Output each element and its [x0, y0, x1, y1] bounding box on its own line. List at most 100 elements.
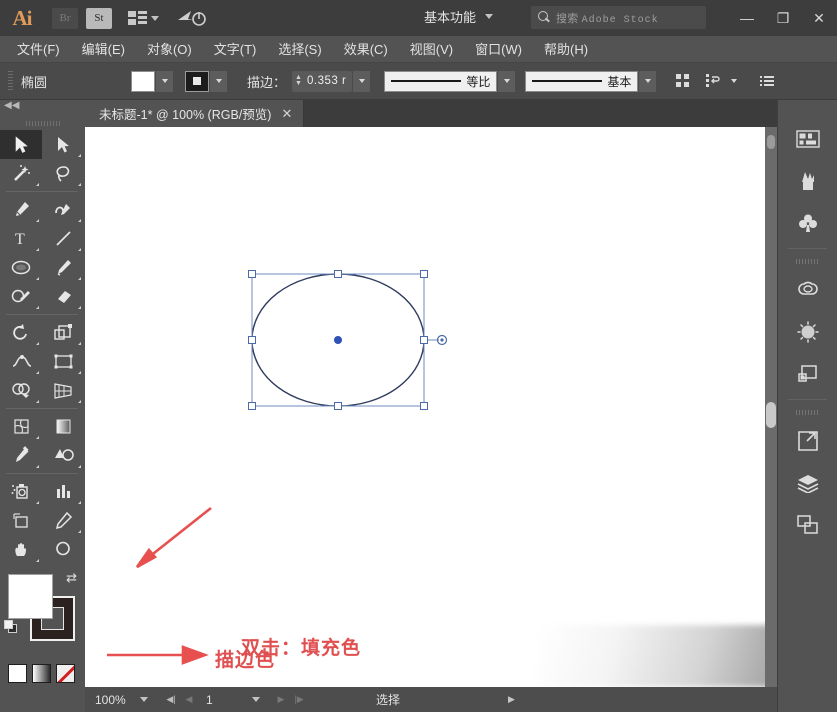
- eraser-tool[interactable]: [42, 282, 84, 311]
- stroke-color-annotation: 描边色: [215, 645, 275, 672]
- paintbrush-tool[interactable]: [42, 253, 84, 282]
- perspective-grid-tool[interactable]: [42, 376, 84, 405]
- menu-help[interactable]: 帮助(H): [533, 36, 599, 63]
- stroke-swatch-dropdown[interactable]: [210, 71, 227, 92]
- artboards-panel-button[interactable]: [778, 504, 837, 546]
- fill-swatch[interactable]: [8, 574, 53, 619]
- none-mode-button[interactable]: [56, 664, 75, 683]
- fill-color-swatch[interactable]: [131, 71, 155, 92]
- creative-cloud-libraries-button[interactable]: [778, 269, 837, 311]
- direct-selection-tool[interactable]: [42, 130, 84, 159]
- variable-width-dropdown[interactable]: [498, 71, 515, 92]
- color-panel-button[interactable]: [778, 118, 837, 160]
- shaper-tool[interactable]: [0, 282, 42, 311]
- free-transform-tool[interactable]: [42, 347, 84, 376]
- fill-swatch-dropdown[interactable]: [156, 71, 173, 92]
- transform-dropdown[interactable]: [725, 71, 742, 92]
- chevron-down-icon[interactable]: [140, 697, 148, 702]
- align-button[interactable]: [672, 70, 694, 92]
- rotate-tool[interactable]: [0, 318, 42, 347]
- stock-button[interactable]: St: [86, 8, 112, 29]
- scrollbar-thumb[interactable]: [766, 402, 776, 428]
- panel-group-grip[interactable]: [796, 255, 820, 267]
- toolbar-collapse[interactable]: ◀◀: [0, 100, 85, 118]
- zoom-tool[interactable]: [42, 535, 84, 564]
- menu-edit[interactable]: 编辑(E): [71, 36, 136, 63]
- scale-tool[interactable]: [42, 318, 84, 347]
- close-icon[interactable]: ✕: [281, 106, 292, 122]
- swap-fill-stroke-icon[interactable]: ⇄: [66, 570, 77, 586]
- layers-panel-button[interactable]: [778, 462, 837, 504]
- menu-effect[interactable]: 效果(C): [333, 36, 399, 63]
- hand-tool[interactable]: [0, 535, 42, 564]
- close-button[interactable]: ✕: [801, 0, 837, 36]
- arrange-documents-button[interactable]: [128, 11, 159, 25]
- stroke-color-swatch[interactable]: [185, 71, 209, 92]
- stroke-weight-field[interactable]: ▲▼ 0.353 r: [292, 71, 352, 92]
- chevron-down-icon[interactable]: [252, 697, 260, 702]
- gradient-mode-button[interactable]: [32, 664, 51, 683]
- zoom-level-value[interactable]: 100%: [85, 693, 140, 707]
- illustrator-logo-icon: Ai: [0, 0, 44, 36]
- lasso-tool[interactable]: [42, 159, 84, 188]
- blend-tool[interactable]: [42, 441, 84, 470]
- document-tab[interactable]: 未标题-1* @ 100% (RGB/预览) ✕: [85, 100, 304, 127]
- line-segment-tool[interactable]: [42, 224, 84, 253]
- artboard-tool[interactable]: [0, 506, 42, 535]
- toolbar-grip[interactable]: [26, 118, 60, 128]
- stroke-weight-dropdown[interactable]: [353, 71, 370, 92]
- menu-select[interactable]: 选择(S): [267, 36, 332, 63]
- transform-panel-button[interactable]: [778, 420, 837, 462]
- shape-builder-tool[interactable]: [0, 376, 42, 405]
- ellipse-tool[interactable]: [0, 253, 42, 282]
- brushes-panel-button[interactable]: [778, 160, 837, 202]
- type-tool[interactable]: T: [0, 224, 42, 253]
- workspace-switcher[interactable]: 基本功能: [424, 7, 493, 26]
- bridge-button[interactable]: Br: [52, 8, 78, 29]
- eyedropper-tool[interactable]: [0, 441, 42, 470]
- next-artboard-button[interactable]: ▶: [272, 694, 290, 705]
- menu-object[interactable]: 对象(O): [136, 36, 203, 63]
- solid-color-mode-button[interactable]: [8, 664, 27, 683]
- last-artboard-button[interactable]: |▶: [290, 694, 308, 705]
- brush-definition[interactable]: 基本: [525, 71, 638, 92]
- variable-width-profile[interactable]: 等比: [384, 71, 497, 92]
- status-indicator-text[interactable]: 选择: [376, 691, 400, 708]
- mesh-tool[interactable]: [0, 412, 42, 441]
- pathfinder-panel-button[interactable]: [778, 353, 837, 395]
- stepper-icon[interactable]: ▲▼: [292, 75, 305, 87]
- more-options-button[interactable]: [756, 70, 778, 92]
- panel-group-grip[interactable]: [796, 406, 820, 418]
- pen-tool[interactable]: [0, 195, 42, 224]
- slice-tool[interactable]: [42, 506, 84, 535]
- width-profile-preview-icon: [391, 80, 461, 82]
- column-graph-tool[interactable]: [42, 477, 84, 506]
- artboard-canvas[interactable]: 双击：填充色: [85, 127, 777, 687]
- control-bar-grip[interactable]: [8, 71, 13, 92]
- artboard-number-field[interactable]: 1: [198, 693, 252, 707]
- maximize-button[interactable]: ❐: [765, 0, 801, 36]
- previous-artboard-button[interactable]: ◀: [180, 694, 198, 705]
- gradient-tool[interactable]: [42, 412, 84, 441]
- first-artboard-button[interactable]: ◀|: [162, 694, 180, 705]
- scrollbar-up-marker[interactable]: [767, 135, 775, 149]
- width-tool[interactable]: [0, 347, 42, 376]
- symbol-sprayer-tool[interactable]: [0, 477, 42, 506]
- menu-type[interactable]: 文字(T): [203, 36, 268, 63]
- curvature-tool[interactable]: [42, 195, 84, 224]
- magic-wand-tool[interactable]: [0, 159, 42, 188]
- appearance-panel-button[interactable]: [778, 311, 837, 353]
- menu-view[interactable]: 视图(V): [399, 36, 464, 63]
- stock-search-field[interactable]: 搜索 Adobe Stock: [531, 6, 706, 29]
- menu-window[interactable]: 窗口(W): [464, 36, 533, 63]
- default-fill-stroke-icon[interactable]: [4, 620, 19, 635]
- transform-button[interactable]: [702, 70, 724, 92]
- canvas-vertical-scrollbar[interactable]: [765, 127, 777, 687]
- symbols-panel-button[interactable]: [778, 202, 837, 244]
- menu-file[interactable]: 文件(F): [6, 36, 71, 63]
- status-menu-icon[interactable]: ▶: [508, 694, 515, 705]
- rocket-power-button[interactable]: [177, 9, 207, 27]
- minimize-button[interactable]: —: [729, 0, 765, 36]
- selection-tool[interactable]: [0, 130, 42, 159]
- brush-dropdown[interactable]: [639, 71, 656, 92]
